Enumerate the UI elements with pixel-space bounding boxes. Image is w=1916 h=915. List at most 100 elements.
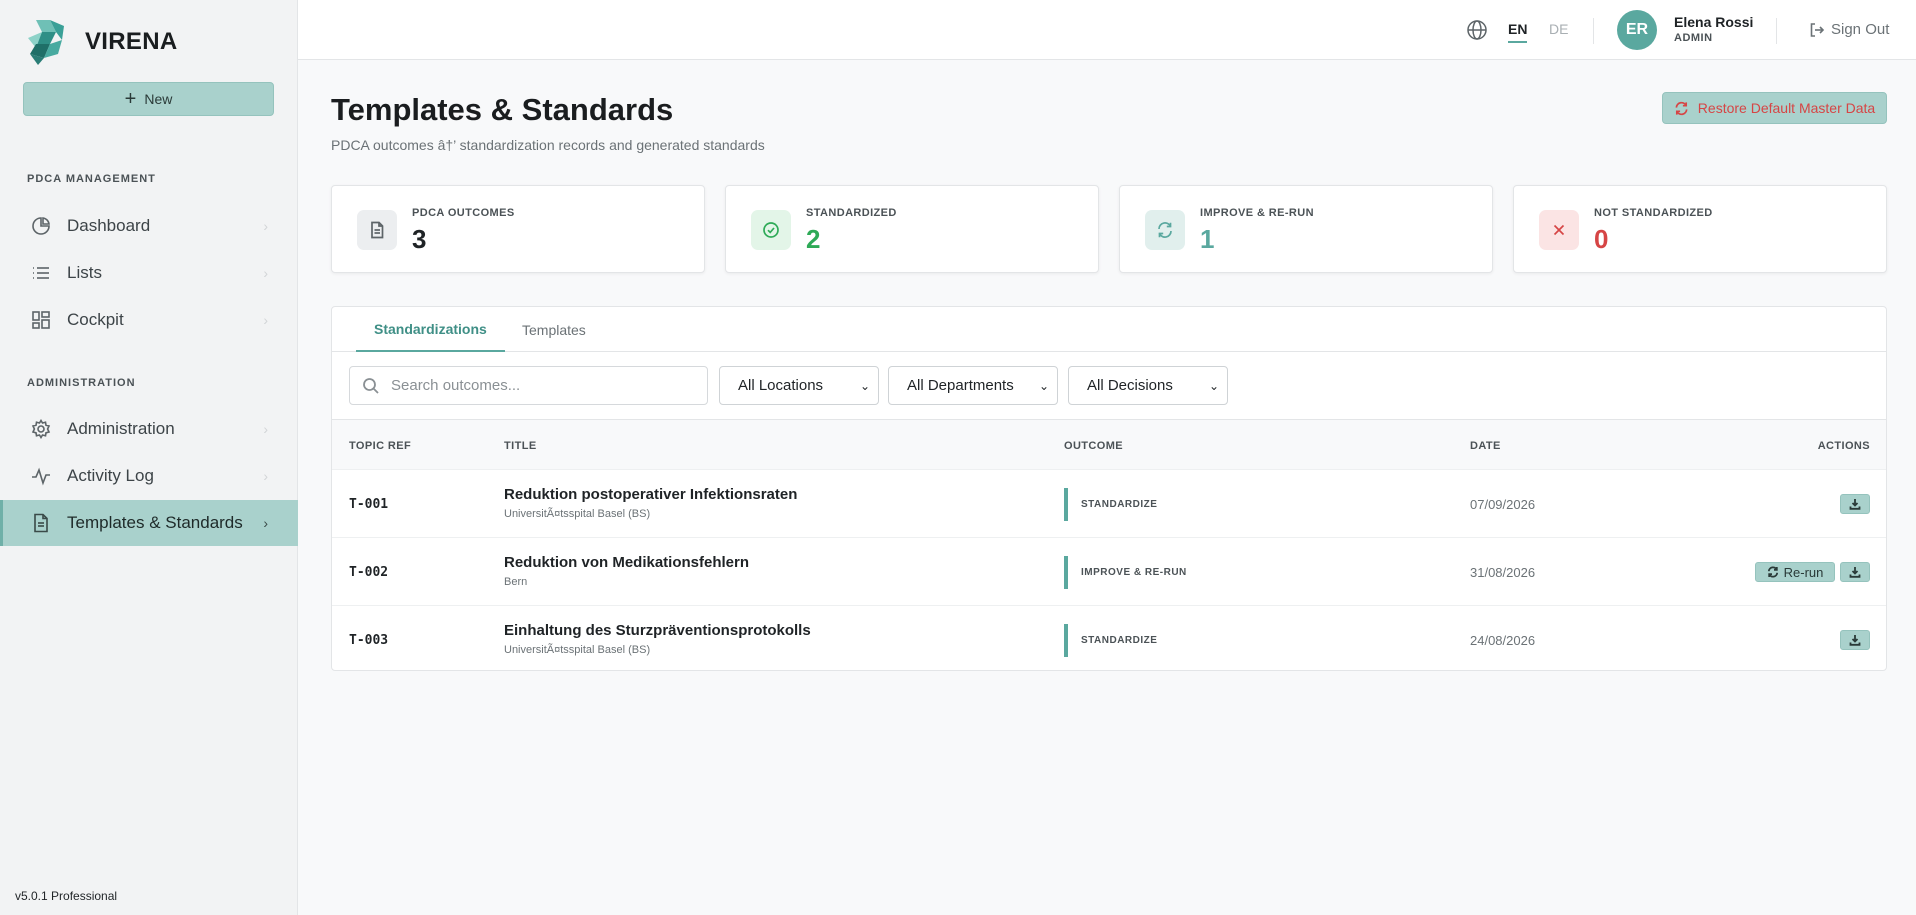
restore-default-label: Restore Default Master Data — [1697, 100, 1876, 116]
sidebar-item-activity-log[interactable]: Activity Log › — [0, 453, 298, 499]
activity-icon — [31, 466, 51, 486]
tab-templates[interactable]: Templates — [504, 307, 604, 352]
chevron-down-icon: ⌄ — [1208, 378, 1219, 393]
sidebar-item-templates-standards[interactable]: Templates & Standards › — [0, 500, 298, 546]
sidebar-item-label: Templates & Standards — [67, 513, 243, 532]
globe-icon[interactable] — [1466, 19, 1488, 41]
standardizations-panel: Standardizations Templates All Locations… — [331, 306, 1887, 671]
refresh-icon — [1675, 101, 1688, 115]
document-icon — [357, 210, 397, 250]
department-select[interactable]: All Departments ⌄ — [888, 366, 1058, 405]
page-subtitle: PDCA outcomes â†’ standardization record… — [331, 137, 765, 153]
chevron-down-icon: ⌄ — [859, 378, 870, 393]
stat-label: IMPROVE & RE-RUN — [1200, 207, 1314, 219]
chevron-right-icon: › — [263, 468, 268, 484]
sidebar-item-label: Cockpit — [67, 310, 124, 329]
column-header-title[interactable]: TITLE — [504, 440, 537, 452]
row-date: 24/08/2026 — [1470, 633, 1536, 648]
topic-ref: T-003 — [349, 633, 389, 648]
row-location: Bern — [504, 576, 528, 588]
table-row[interactable]: T-003 Einhaltung des Sturzpräventionspro… — [332, 605, 1886, 673]
user-role: ADMIN — [1674, 32, 1713, 44]
download-button[interactable] — [1840, 494, 1870, 514]
plus-icon: + — [124, 88, 137, 110]
stat-card-not-standardized: NOT STANDARDIZED 0 — [1513, 185, 1887, 273]
pie-chart-icon — [31, 216, 51, 236]
version-label: v5.0.1 Professional — [15, 889, 118, 903]
stat-card-improve-rerun: IMPROVE & RE-RUN 1 — [1119, 185, 1493, 273]
sign-out-button[interactable]: Sign Out — [1809, 21, 1889, 38]
chevron-right-icon: › — [263, 265, 268, 281]
stat-value: 1 — [1200, 224, 1215, 254]
chevron-right-icon: › — [263, 515, 268, 531]
column-header-actions: ACTIONS — [1817, 440, 1870, 452]
restore-default-button[interactable]: Restore Default Master Data — [1662, 92, 1887, 124]
decision-select[interactable]: All Decisions ⌄ — [1068, 366, 1228, 405]
stat-label: PDCA OUTCOMES — [412, 207, 515, 219]
new-button[interactable]: + New — [23, 82, 274, 116]
sidebar-item-label: Administration — [67, 419, 175, 438]
row-title[interactable]: Reduktion postoperativer Infektionsraten — [504, 486, 797, 503]
new-button-label: New — [144, 91, 173, 107]
lang-de-toggle[interactable]: DE — [1549, 21, 1568, 37]
sidebar-item-label: Dashboard — [67, 216, 151, 235]
table-header: TOPIC REF TITLE OUTCOME DATE ACTIONS — [332, 419, 1886, 469]
rerun-button[interactable]: Re-run — [1755, 562, 1835, 582]
search-icon — [363, 377, 379, 394]
stat-value: 0 — [1594, 224, 1609, 254]
row-date: 07/09/2026 — [1470, 497, 1536, 512]
outcome-badge: STANDARDIZE — [1064, 488, 1157, 521]
download-icon — [1849, 499, 1861, 510]
topic-ref: T-001 — [349, 497, 389, 512]
stat-label: NOT STANDARDIZED — [1594, 207, 1713, 219]
sidebar-item-cockpit[interactable]: Cockpit › — [0, 297, 298, 343]
outcome-badge: STANDARDIZE — [1064, 624, 1157, 657]
outcome-badge: IMPROVE & RE-RUN — [1064, 556, 1187, 589]
refresh-icon — [1767, 566, 1778, 578]
stat-card-standardized: STANDARDIZED 2 — [725, 185, 1099, 273]
section-label-administration: ADMINISTRATION — [27, 377, 136, 389]
avatar[interactable]: ER — [1617, 10, 1657, 50]
column-header-date[interactable]: DATE — [1470, 440, 1501, 452]
search-input[interactable] — [391, 377, 691, 394]
sidebar-item-administration[interactable]: Administration › — [0, 406, 298, 452]
page-title: Templates & Standards — [331, 92, 674, 127]
brand[interactable]: VIRENA — [26, 18, 177, 66]
tab-bar: Standardizations Templates — [332, 307, 1886, 352]
row-date: 31/08/2026 — [1470, 565, 1536, 580]
stat-value: 3 — [412, 224, 427, 254]
location-select[interactable]: All Locations ⌄ — [719, 366, 879, 405]
brand-name: VIRENA — [85, 28, 178, 55]
table-row[interactable]: T-002 Reduktion von Medikationsfehlern B… — [332, 537, 1886, 605]
chevron-right-icon: › — [263, 218, 268, 234]
stat-label: STANDARDIZED — [806, 207, 897, 219]
divider — [1593, 18, 1594, 44]
lang-en-toggle[interactable]: EN — [1508, 21, 1528, 43]
rerun-label: Re-run — [1783, 564, 1824, 580]
row-title[interactable]: Einhaltung des Sturzpräventionsprotokoll… — [504, 622, 811, 639]
chevron-right-icon: › — [263, 421, 268, 437]
download-button[interactable] — [1840, 562, 1870, 582]
location-select-value: All Locations — [738, 377, 824, 394]
department-select-value: All Departments — [907, 377, 1014, 394]
search-box — [349, 366, 708, 405]
column-header-outcome[interactable]: OUTCOME — [1064, 440, 1123, 452]
document-icon — [31, 513, 51, 533]
column-header-topic-ref[interactable]: TOPIC REF — [349, 440, 411, 452]
download-icon — [1849, 635, 1861, 646]
refresh-icon — [1145, 210, 1185, 250]
sidebar-item-lists[interactable]: Lists › — [0, 250, 298, 296]
row-title[interactable]: Reduktion von Medikationsfehlern — [504, 554, 749, 571]
sidebar-item-dashboard[interactable]: Dashboard › — [0, 203, 298, 249]
tab-standardizations[interactable]: Standardizations — [356, 307, 505, 352]
download-button[interactable] — [1840, 630, 1870, 650]
top-bar: EN DE ER Elena Rossi ADMIN Sign Out — [298, 0, 1916, 60]
table-row[interactable]: T-001 Reduktion postoperativer Infektion… — [332, 469, 1886, 537]
gear-icon — [31, 419, 51, 439]
sign-out-label: Sign Out — [1831, 21, 1890, 38]
user-name: Elena Rossi — [1674, 14, 1754, 30]
topic-ref: T-002 — [349, 565, 389, 580]
sidebar-item-label: Activity Log — [67, 466, 154, 485]
divider — [1776, 18, 1777, 44]
logo-icon — [28, 20, 64, 65]
